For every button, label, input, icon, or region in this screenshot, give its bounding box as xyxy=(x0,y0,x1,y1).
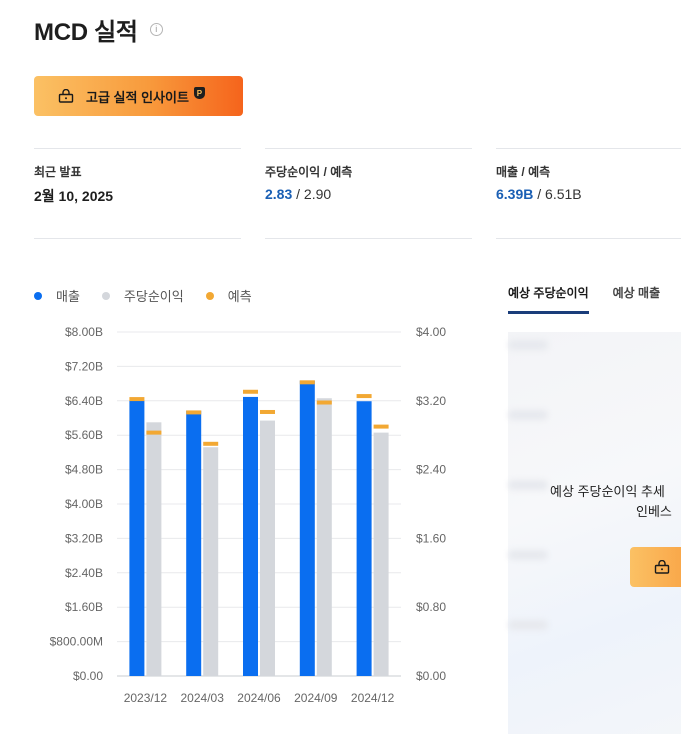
eps-forecast-marker xyxy=(373,424,389,429)
tab-revenue-forecast[interactable]: 예상 매출 xyxy=(613,284,661,314)
revenue-bar xyxy=(299,380,315,676)
page-header: MCD 실적 i xyxy=(34,12,163,47)
y-right-tick-label: $0.00 xyxy=(416,669,446,683)
y-right-tick-label: $0.80 xyxy=(416,600,446,614)
y-left-tick-label: $5.60B xyxy=(65,428,103,442)
locked-message: 예상 주당순이익 추세 인베스 xyxy=(550,482,681,522)
revenue-forecast-marker xyxy=(243,389,258,394)
eps-forecast-marker xyxy=(146,430,162,435)
x-tick-label: 2024/06 xyxy=(237,691,281,705)
locked-message-line1: 예상 주당순이익 추세 xyxy=(550,484,665,499)
forecast-panel: 예상 주당순이익 예상 매출 예상 주당순이익 추세 인베스 xyxy=(496,270,681,734)
y-left-tick-label: $800.00M xyxy=(50,635,103,649)
page-title: MCD 실적 xyxy=(34,19,138,46)
revenue-separator: / xyxy=(533,186,546,202)
x-tick-label: 2024/03 xyxy=(181,691,225,705)
eps-separator: / xyxy=(292,186,304,202)
legend-label: 매출 xyxy=(56,289,80,304)
x-tick-label: 2024/12 xyxy=(351,691,395,705)
revenue-forecast-marker xyxy=(186,410,202,415)
x-tick-label: 2023/12 xyxy=(124,691,168,705)
earnings-chart: $0.00 $800.00M $1.60B $2.40B $3.20B $4.00B $4.… xyxy=(0,318,470,718)
y-left-tick-label: $1.60B xyxy=(65,600,103,614)
forecast-tabs: 예상 주당순이익 예상 매출 xyxy=(508,284,681,314)
y-left-tick-label: $4.00B xyxy=(65,497,103,511)
unlock-button[interactable] xyxy=(630,547,681,587)
y-right-tick-label: $4.00 xyxy=(416,325,446,339)
revenue-bar xyxy=(243,396,258,676)
eps-bar xyxy=(260,420,275,676)
stat-latest-report: 최근 발표 2월 10, 2025 xyxy=(34,148,241,239)
y-left-tick-label: $0.00 xyxy=(73,669,103,683)
tab-eps-forecast[interactable]: 예상 주당순이익 xyxy=(508,284,589,314)
revenue-forecast-marker xyxy=(356,394,372,399)
y-left-tick-label: $2.40B xyxy=(65,566,103,580)
stat-label: 주당순이익 / 예측 xyxy=(265,165,353,179)
y-left-tick-label: $8.00B xyxy=(65,325,103,339)
latest-report-date: 2월 10, 2025 xyxy=(34,188,114,204)
y-left-tick-label: $7.20B xyxy=(65,359,103,373)
premium-insights-button[interactable]: 고급 실적 인사이트 P xyxy=(34,76,243,116)
x-tick-label: 2024/09 xyxy=(294,691,338,705)
y-right-tick-label: $2.40 xyxy=(416,463,446,477)
revenue-bar xyxy=(356,401,372,676)
legend-label: 주당순이익 xyxy=(123,289,184,304)
stat-revenue: 매출 / 예측 6.39B / 6.51B xyxy=(496,148,681,239)
stat-eps: 주당순이익 / 예측 2.83 / 2.90 xyxy=(265,148,472,239)
y-left-tick-label: $4.80B xyxy=(65,463,103,477)
premium-button-label: 고급 실적 인사이트 xyxy=(86,89,189,105)
legend-dot xyxy=(34,291,42,300)
eps-bar xyxy=(146,422,162,676)
eps-bar xyxy=(373,432,389,676)
revenue-forecast-marker xyxy=(299,380,315,385)
revenue-bar xyxy=(186,410,202,676)
earnings-summary: 최근 발표 2월 10, 2025 주당순이익 / 예측 2.83 / 2.90… xyxy=(34,148,681,239)
revenue-forecast-marker xyxy=(129,397,145,402)
legend-item-forecast[interactable]: 예측 xyxy=(205,286,252,305)
locked-message-line2: 인베스 xyxy=(636,504,672,519)
legend-item-revenue[interactable]: 매출 xyxy=(34,286,80,305)
revenue-forecast: 6.51B xyxy=(545,186,582,202)
eps-bar xyxy=(203,447,219,676)
stat-label: 매출 / 예측 xyxy=(496,165,551,179)
y-left-tick-label: $6.40B xyxy=(65,394,103,408)
lock-icon xyxy=(58,89,74,103)
legend-item-eps[interactable]: 주당순이익 xyxy=(101,286,184,305)
info-icon[interactable]: i xyxy=(149,23,163,36)
pro-badge-icon: P xyxy=(193,87,205,99)
earnings-chart-svg: $0.00 $800.00M $1.60B $2.40B $3.20B $4.00B $4.… xyxy=(50,325,447,705)
eps-forecast: 2.90 xyxy=(303,186,332,202)
revenue-bar xyxy=(129,400,145,676)
eps-forecast-marker xyxy=(316,400,332,405)
chart-legend: 매출 주당순이익 예측 xyxy=(34,286,274,305)
legend-label: 예측 xyxy=(227,289,252,304)
y-left-tick-label: $3.20B xyxy=(65,531,103,545)
stat-label: 최근 발표 xyxy=(34,165,82,179)
locked-chart-placeholder xyxy=(508,332,681,734)
y-right-tick-label: $1.60 xyxy=(416,531,446,545)
lock-icon xyxy=(654,560,670,574)
eps-bar xyxy=(316,398,332,676)
eps-forecast-marker xyxy=(260,409,275,414)
eps-forecast-marker xyxy=(203,441,219,446)
eps-actual: 2.83 xyxy=(265,186,293,202)
legend-dot xyxy=(101,291,110,300)
revenue-actual: 6.39B xyxy=(496,186,534,202)
y-right-tick-label: $3.20 xyxy=(416,394,446,408)
legend-dot xyxy=(205,291,214,300)
